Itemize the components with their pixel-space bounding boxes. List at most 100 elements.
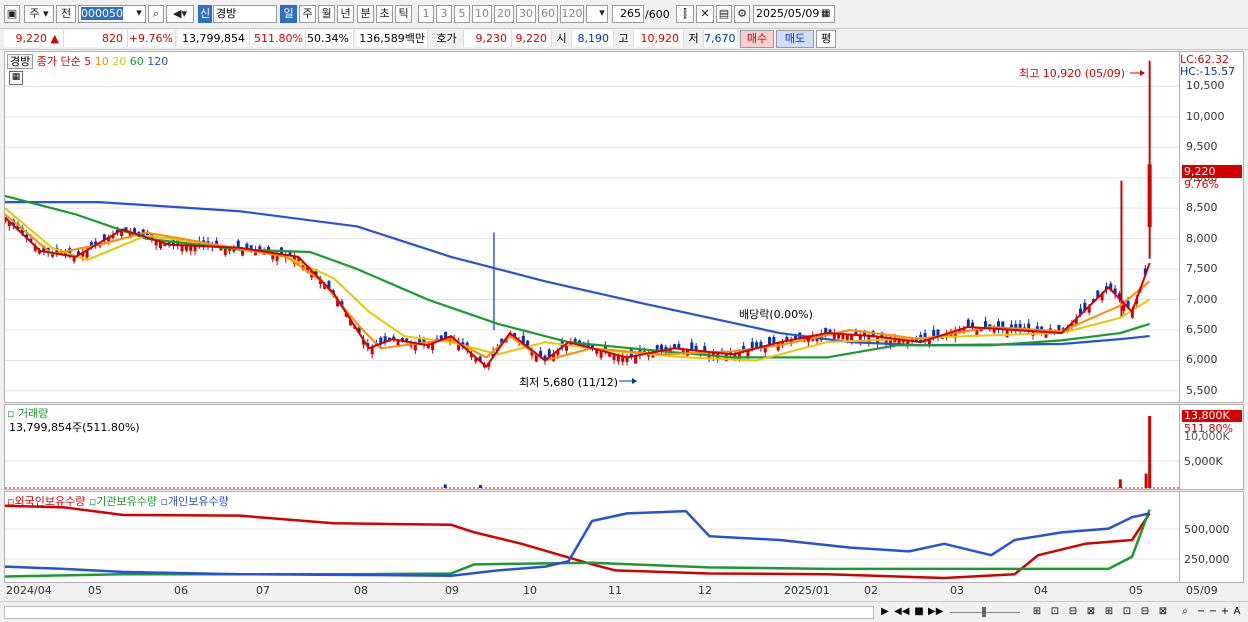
- interval-1[interactable]: 1: [418, 5, 434, 23]
- buy-button[interactable]: 매수: [740, 30, 774, 48]
- price-y-tick: 7,000: [1186, 292, 1218, 306]
- x-tick: 05: [88, 584, 102, 597]
- price-y-tick: 8,000: [1186, 231, 1218, 245]
- volume-tick-10000k: 10,000K: [1184, 430, 1230, 443]
- period-day[interactable]: 일: [280, 5, 297, 23]
- forward-icon[interactable]: ▶▶: [928, 605, 943, 619]
- high-arrow-icon: [1140, 70, 1145, 76]
- cross-icon[interactable]: ✕: [696, 5, 714, 23]
- market-select[interactable]: 주 ▾: [24, 5, 54, 23]
- tool-icon[interactable]: ⊟: [1066, 605, 1080, 619]
- ma5-label: 5: [84, 55, 92, 68]
- candle-body: [966, 319, 970, 327]
- stock-tag: 경방: [7, 54, 34, 69]
- search-icon[interactable]: ⌕: [1178, 605, 1192, 619]
- legend-individual: ▫개인보유수량: [160, 495, 229, 508]
- volume-bar: [1144, 473, 1148, 488]
- x-tick: 08: [354, 584, 368, 597]
- ma20-label: 20: [112, 55, 127, 68]
- price-legend: 경방 종가 단순 5 10 20 60 120: [7, 53, 168, 69]
- price-y-tick: 9,500: [1186, 140, 1218, 154]
- candle-body: [1147, 164, 1152, 228]
- scroll-track[interactable]: [4, 606, 874, 619]
- x-tick: 2024/04: [6, 584, 52, 597]
- avg-button[interactable]: 평: [816, 30, 836, 48]
- holding-axis: 500,000 250,000: [1180, 491, 1244, 583]
- x-tick: 05: [1129, 584, 1143, 597]
- period-month[interactable]: 월: [318, 5, 335, 23]
- volume-tick-5000k: 5,000K: [1184, 455, 1223, 468]
- tool-icon[interactable]: ⊟: [1138, 605, 1152, 619]
- price-y-tick: 8,500: [1186, 201, 1218, 215]
- low-note: 최저 5,680 (11/12): [519, 376, 619, 389]
- tool-icon[interactable]: ⊞: [1102, 605, 1116, 619]
- amount-value: 136,589백만: [356, 30, 428, 47]
- tool-icon[interactable]: ⊡: [1120, 605, 1134, 619]
- x-tick: 2025/01: [784, 584, 830, 597]
- calendar-icon[interactable]: ▦: [821, 8, 830, 19]
- low-label: 저: [684, 30, 704, 47]
- window-icon[interactable]: ▣: [4, 5, 20, 23]
- rewind-icon[interactable]: ◀◀: [894, 605, 909, 619]
- interval-5[interactable]: 5: [454, 5, 470, 23]
- chevron-down-icon[interactable]: ▾: [596, 5, 608, 23]
- price-pane[interactable]: 경방 종가 단순 5 10 20 60 120 ▦ 최고 10,920 (05/…: [4, 51, 1180, 403]
- play-icon[interactable]: ▶: [878, 605, 892, 619]
- period-week[interactable]: 주: [299, 5, 316, 23]
- legend-foreign: ▫외국인보유수량: [7, 495, 86, 508]
- count-input[interactable]: 265: [612, 5, 644, 23]
- grid-icon[interactable]: ▦: [9, 71, 23, 85]
- gear-icon[interactable]: ⚙: [734, 5, 750, 23]
- search-icon[interactable]: ⌕: [148, 5, 164, 23]
- sell-button[interactable]: 매도: [776, 30, 814, 48]
- stop-icon[interactable]: ■: [912, 605, 926, 619]
- tool-icon[interactable]: ⊠: [1156, 605, 1170, 619]
- interval-120[interactable]: 120: [560, 5, 584, 23]
- volume-pane[interactable]: ▫ 거래량 13,799,854주(511.80%): [4, 404, 1180, 490]
- stock-name-field[interactable]: 경방: [213, 5, 277, 23]
- new-badge: 신: [198, 5, 212, 23]
- holding-pane[interactable]: ▫외국인보유수량 ▫기관보유수량 ▫개인보유수량: [4, 491, 1180, 583]
- last-pct-tag: 9.76%: [1184, 178, 1219, 191]
- open-label: 시: [552, 30, 572, 47]
- holding-tick-250k: 250,000: [1184, 553, 1230, 566]
- tool-icon[interactable]: ⊞: [1030, 605, 1044, 619]
- tool-icon[interactable]: ⊠: [1084, 605, 1098, 619]
- candle-icon[interactable]: ⫿: [676, 5, 694, 23]
- interval-3[interactable]: 3: [436, 5, 452, 23]
- holding-legend: ▫외국인보유수량 ▫기관보유수량 ▫개인보유수량: [7, 493, 229, 509]
- font-icon[interactable]: A: [1230, 605, 1244, 619]
- speaker-icon[interactable]: ◀▾: [166, 5, 194, 23]
- x-tick: 07: [256, 584, 270, 597]
- ma10-line: [5, 213, 1151, 362]
- last-price-tag: 9,220: [1182, 165, 1242, 178]
- prefix-button[interactable]: 전: [56, 5, 76, 23]
- tool-icon[interactable]: ⊡: [1048, 605, 1062, 619]
- low-arrow-icon: [632, 378, 637, 384]
- interval-60[interactable]: 60: [538, 5, 558, 23]
- period-tick[interactable]: 틱: [395, 5, 412, 23]
- ma60-label: 60: [129, 55, 144, 68]
- price-chart: [5, 60, 1179, 392]
- period-second[interactable]: 초: [376, 5, 393, 23]
- save-icon[interactable]: ▤: [716, 5, 732, 23]
- holding-individual-line: [5, 509, 1150, 577]
- period-minute[interactable]: 분: [357, 5, 374, 23]
- interval-20[interactable]: 20: [494, 5, 514, 23]
- chart-scrollbar[interactable]: ▶ ◀◀ ■ ▶▶ ⊞ ⊡ ⊟ ⊠ ⊞ ⊡ ⊟ ⊠ ⌕ − − + A: [0, 601, 1248, 622]
- period-year[interactable]: 년: [337, 5, 354, 23]
- interval-30[interactable]: 30: [516, 5, 536, 23]
- dividend-note: 배당락(0.00%): [739, 308, 813, 321]
- price-axis: LC:62.32 HC:-15.57 10,50010,0009,5009,00…: [1180, 51, 1244, 403]
- price-y-tick: 5,500: [1186, 383, 1218, 397]
- zoom-slider-handle[interactable]: [982, 607, 986, 617]
- interval-10[interactable]: 10: [472, 5, 492, 23]
- high-note: 최고 10,920 (05/09): [1019, 67, 1126, 80]
- x-tick: 10: [523, 584, 537, 597]
- x-tick: 11: [608, 584, 622, 597]
- price-y-tick: 7,500: [1186, 262, 1218, 276]
- price-y-tick: 6,000: [1186, 353, 1218, 367]
- volume-bar: [443, 484, 447, 488]
- chevron-down-icon[interactable]: ▾: [132, 5, 146, 23]
- toolbar: ▣ 주 ▾ 전 000050 ▾ ⌕ ◀▾ 신 경방 일 주 월 년 분 초 틱…: [0, 0, 1248, 29]
